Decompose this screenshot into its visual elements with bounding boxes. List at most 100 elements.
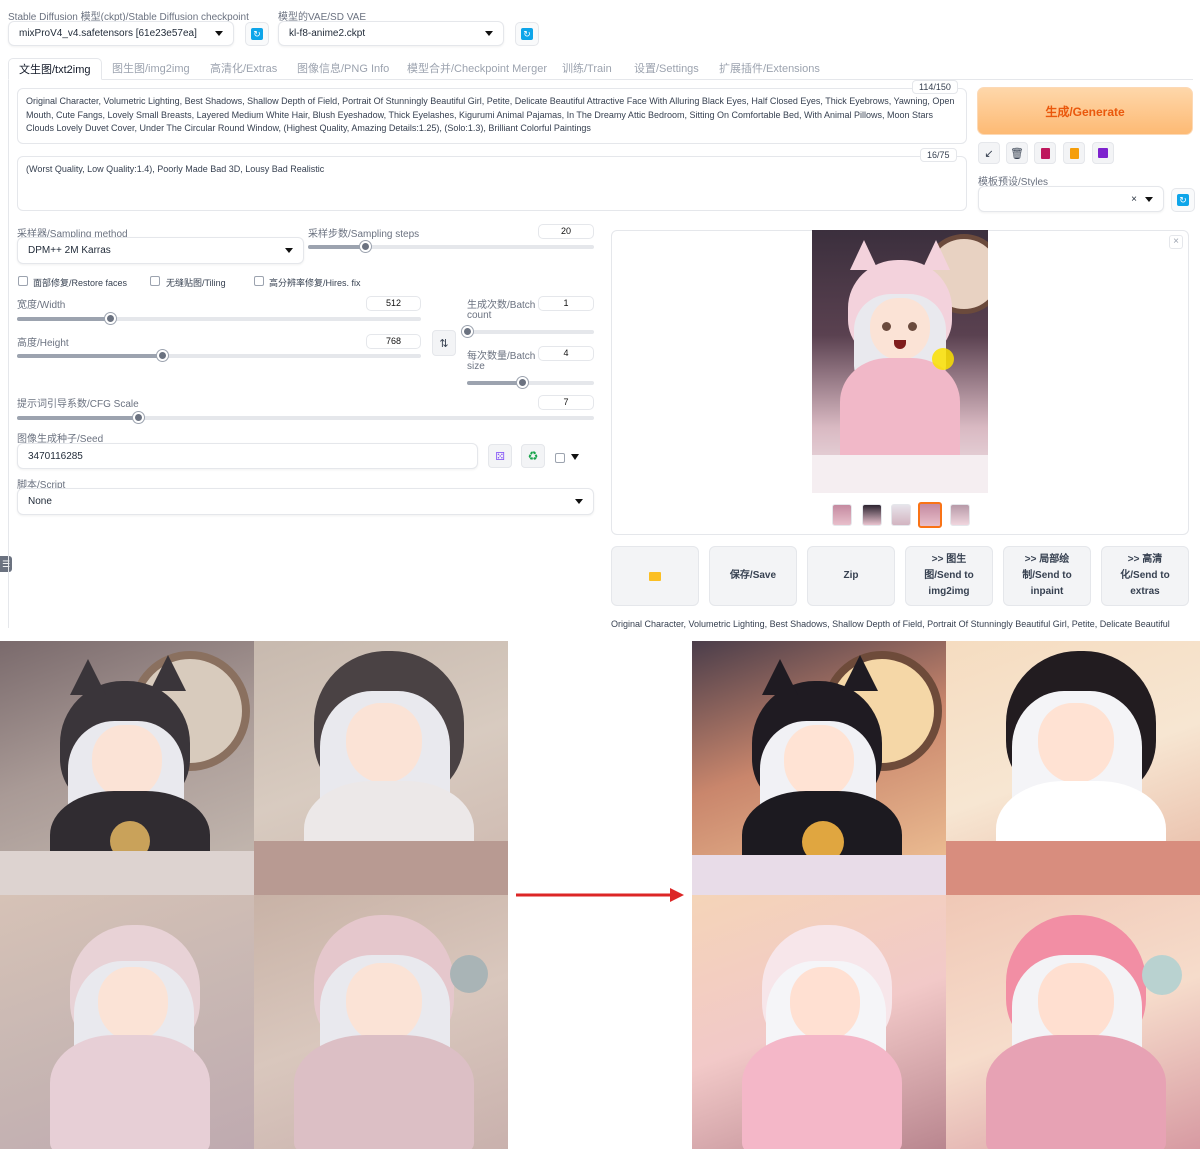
restore-faces-checkbox[interactable] <box>18 276 28 286</box>
width-input[interactable]: 512 <box>366 296 421 311</box>
send-to-inpaint-button[interactable]: >> 局部绘 制/Send to inpaint <box>1003 546 1091 606</box>
tab-img2img[interactable]: 图生图/img2img <box>112 58 190 80</box>
vae-select[interactable]: kl-f8-anime2.ckpt <box>278 21 504 46</box>
sampling-method-select[interactable]: DPM++ 2M Karras <box>17 237 304 264</box>
tiling-checkbox[interactable] <box>150 276 160 286</box>
comparison-arrow-icon <box>516 888 684 902</box>
gallery-thumbnail[interactable] <box>832 504 852 526</box>
folder-icon <box>649 571 661 581</box>
tiling-label: 无缝贴图/Tiling <box>166 278 226 288</box>
styles-refresh-button[interactable]: ↻ <box>1171 188 1195 212</box>
slider-handle[interactable] <box>462 326 473 337</box>
tab-settings[interactable]: 设置/Settings <box>634 58 699 80</box>
arrow-icon[interactable]: ↙ <box>978 142 1000 164</box>
height-slider[interactable] <box>17 350 421 361</box>
save-icon[interactable] <box>1092 142 1114 164</box>
gallery-thumbnail-selected[interactable] <box>918 502 942 528</box>
send-to-extras-button[interactable]: >> 高清 化/Send to extras <box>1101 546 1189 606</box>
save-button-label: 保存/Save <box>729 570 777 581</box>
refresh-icon: ↻ <box>521 28 533 40</box>
restore-faces-label: 面部修复/Restore faces <box>33 278 128 288</box>
tab-png-info[interactable]: 图像信息/PNG Info <box>297 58 389 80</box>
save-button[interactable]: 保存/Save <box>709 546 797 606</box>
send-img2img-line3: img2img <box>928 586 970 597</box>
vae-refresh-button[interactable]: ↻ <box>515 22 539 46</box>
tab-panel-border <box>8 80 9 628</box>
send-extras-line2: 化/Send to <box>1120 570 1170 581</box>
menu-icon[interactable]: ☰ <box>0 556 12 572</box>
trash-icon[interactable]: 🗑 <box>1006 142 1028 164</box>
generation-info-text: Original Character, Volumetric Lighting,… <box>611 619 1170 629</box>
cfg-scale-label: 提示词引导系数/CFG Scale <box>17 399 139 410</box>
recycle-icon[interactable]: ♻ <box>521 444 545 468</box>
bookmark-icon[interactable] <box>1034 142 1056 164</box>
tab-extensions[interactable]: 扩展插件/Extensions <box>719 58 820 80</box>
batch-size-input[interactable]: 4 <box>538 346 594 361</box>
seed-input[interactable]: 3470116285 <box>17 443 478 469</box>
close-icon[interactable]: × <box>1131 194 1137 205</box>
chevron-down-icon <box>1145 196 1153 202</box>
slider-handle[interactable] <box>360 241 372 252</box>
sampling-steps-input[interactable]: 20 <box>538 224 594 239</box>
extra-seed-checkbox[interactable] <box>555 453 565 463</box>
hires-fix-checkbox[interactable] <box>254 276 264 286</box>
checkpoint-refresh-button[interactable]: ↻ <box>245 22 269 46</box>
chevron-down-icon <box>215 31 223 36</box>
send-inpaint-line3: inpaint <box>1030 586 1064 597</box>
slider-handle[interactable] <box>516 377 528 388</box>
batch-count-input[interactable]: 1 <box>538 296 594 311</box>
slider-handle[interactable] <box>104 313 116 324</box>
batch-size-slider[interactable] <box>467 377 594 388</box>
swap-icon[interactable]: ⇅ <box>432 330 456 356</box>
tab-txt2img[interactable]: 文生图/txt2img <box>8 58 102 80</box>
dice-icon[interactable]: ⚄ <box>488 444 512 468</box>
width-slider[interactable] <box>17 313 421 324</box>
cfg-scale-input[interactable]: 7 <box>538 395 594 410</box>
seed-value: 3470116285 <box>28 450 83 462</box>
send-inpaint-line1: >> 局部绘 <box>1024 554 1070 565</box>
script-value: None <box>28 496 52 507</box>
batch-count-label: 生成次数/Batch <box>467 300 536 311</box>
slider-handle[interactable] <box>157 350 169 361</box>
batch-count-label-2: count <box>467 310 492 321</box>
tab-extras[interactable]: 高清化/Extras <box>210 58 277 80</box>
after-image-4 <box>946 895 1200 1149</box>
gallery-thumbnail[interactable] <box>891 504 911 526</box>
styles-select[interactable]: × <box>978 186 1164 212</box>
prompt-textarea[interactable]: Original Character, Volumetric Lighting,… <box>17 88 967 144</box>
sampling-steps-slider[interactable] <box>308 241 594 252</box>
tab-checkpoint-merger[interactable]: 模型合并/Checkpoint Merger <box>407 58 547 80</box>
batch-size-label-2: size <box>467 361 485 372</box>
width-label: 宽度/Width <box>17 300 66 311</box>
gallery-thumbnail[interactable] <box>862 504 882 526</box>
script-select[interactable]: None <box>17 488 594 515</box>
checkpoint-select[interactable]: mixProV4_v4.safetensors [61e23e57ea] <box>8 21 234 46</box>
tab-train[interactable]: 训练/Train <box>562 58 612 80</box>
after-image-3 <box>692 895 946 1149</box>
generate-button[interactable]: 生成/Generate <box>977 87 1193 135</box>
gallery-thumbnail[interactable] <box>950 504 970 526</box>
zip-button[interactable]: Zip <box>807 546 895 606</box>
clipboard-icon[interactable] <box>1063 142 1085 164</box>
close-icon[interactable]: × <box>1169 235 1183 249</box>
cursor-highlight <box>932 348 954 370</box>
slider-handle[interactable] <box>133 412 145 423</box>
extra-seed-toggle-icon[interactable] <box>571 454 579 460</box>
cfg-scale-slider[interactable] <box>17 412 594 423</box>
open-folder-button[interactable] <box>611 546 699 606</box>
chevron-down-icon <box>285 248 293 253</box>
sampling-steps-label: 采样步数/Sampling steps <box>308 229 420 240</box>
refresh-icon: ↻ <box>1177 194 1189 206</box>
refresh-icon: ↻ <box>251 28 263 40</box>
after-image-1 <box>692 641 946 895</box>
batch-size-label: 每次数量/Batch <box>467 351 536 362</box>
before-image-1 <box>0 641 254 895</box>
checkpoint-value: mixProV4_v4.safetensors [61e23e57ea] <box>19 28 197 39</box>
batch-count-slider[interactable] <box>462 326 594 337</box>
preview-image[interactable] <box>812 230 988 493</box>
height-input[interactable]: 768 <box>366 334 421 349</box>
send-extras-line3: extras <box>1130 586 1160 597</box>
negative-prompt-textarea[interactable]: (Worst Quality, Low Quality:1.4), Poorly… <box>17 156 967 211</box>
send-to-img2img-button[interactable]: >> 图生 图/Send to img2img <box>905 546 993 606</box>
before-image-3 <box>0 895 254 1149</box>
